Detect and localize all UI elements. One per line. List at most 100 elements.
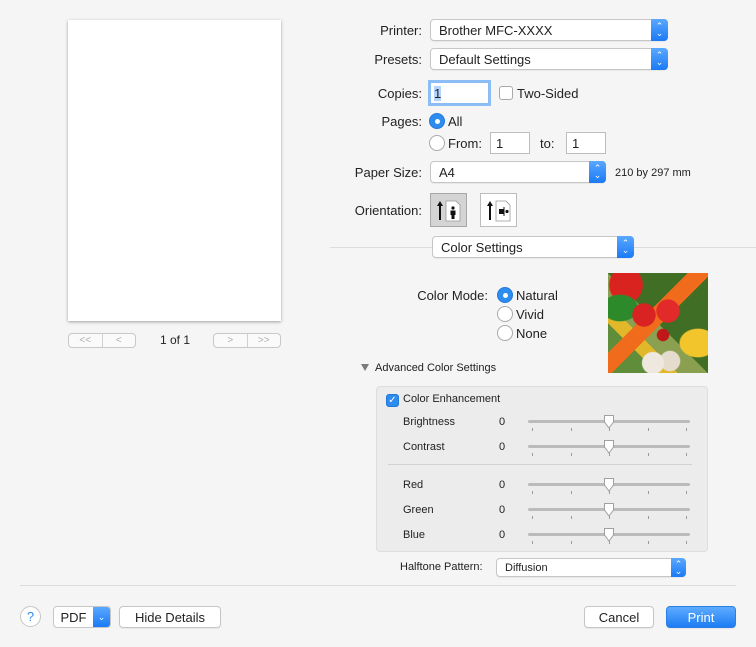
presets-select[interactable]: Default Settings ⌃ ⌄ [430, 48, 668, 70]
slider-tick [532, 541, 533, 544]
slider-tick [570, 491, 572, 494]
pages-from-label: From: [448, 136, 482, 151]
color-mode-natural-radio[interactable] [497, 287, 513, 303]
slider-knob[interactable] [603, 503, 615, 517]
slider-value: 0 [499, 441, 506, 453]
print-button[interactable]: Print [666, 606, 736, 628]
paper-size-value: A4 [439, 164, 455, 180]
halftone-select[interactable]: Diffusion ⌃ ⌄ [496, 558, 686, 577]
updown-chevron-icon: ⌃ ⌄ [651, 48, 668, 70]
previous-page-button[interactable]: < [101, 334, 136, 347]
pages-from-value: 1 [496, 135, 504, 151]
pages-label: Pages: [381, 114, 422, 129]
pages-from-radio[interactable] [429, 135, 445, 151]
presets-value: Default Settings [439, 51, 531, 67]
advanced-color-settings-toggle[interactable]: Advanced Color Settings [375, 362, 496, 374]
slider-knob[interactable] [603, 478, 615, 492]
slider-value: 0 [499, 529, 506, 541]
slider-tick [570, 516, 572, 519]
pages-all-label: All [448, 114, 463, 129]
halftone-label: Halftone Pattern: [400, 561, 483, 573]
presets-label: Presets: [374, 52, 422, 67]
slider-label: Green [403, 504, 434, 516]
color-mode-none-label: None [516, 326, 548, 341]
slider-tick [570, 541, 572, 544]
chevron-down-icon: ⌄ [93, 607, 110, 627]
paper-dimensions: 210 by 297 mm [615, 167, 691, 179]
updown-chevron-icon: ⌃ ⌄ [589, 161, 606, 183]
copies-field[interactable]: 1 [428, 80, 491, 106]
updown-chevron-icon: ⌃ ⌄ [617, 236, 634, 258]
next-page-button[interactable]: > [214, 334, 247, 347]
color-mode-none-radio[interactable] [497, 325, 513, 341]
pages-to-label: to: [540, 136, 555, 151]
preview-nav-back-group: << < [68, 333, 136, 348]
two-sided-label: Two-Sided [517, 86, 579, 101]
slider-label: Red [403, 479, 424, 491]
color-preview-image [608, 273, 708, 373]
panel-select[interactable]: Color Settings ⌃ ⌄ [432, 236, 634, 258]
color-mode-vivid-radio[interactable] [497, 306, 513, 322]
slider-tick [686, 516, 687, 519]
last-page-button[interactable]: >> [246, 334, 281, 347]
copies-label: Copies: [377, 86, 422, 101]
updown-chevron-icon: ⌃ ⌄ [651, 19, 668, 41]
orientation-landscape-button[interactable] [480, 193, 517, 227]
slider-value: 0 [499, 416, 506, 428]
pages-to-field[interactable]: 1 [566, 132, 606, 154]
footer-divider [20, 585, 736, 586]
slider-label: Brightness [403, 416, 455, 428]
slider-tick [532, 491, 533, 494]
cancel-button[interactable]: Cancel [584, 606, 654, 628]
landscape-orientation-icon [486, 200, 510, 222]
printer-label: Printer: [380, 23, 422, 38]
slider-tick [686, 491, 687, 494]
slider-label: Contrast [403, 441, 445, 453]
orientation-label: Orientation: [354, 203, 422, 218]
slider-tick [647, 428, 649, 431]
slider-knob[interactable] [603, 440, 615, 454]
copies-value: 1 [434, 85, 442, 101]
slider-group-divider [388, 464, 692, 465]
slider-tick [647, 541, 649, 544]
advanced-color-settings-panel [376, 386, 708, 552]
panel-select-value: Color Settings [441, 239, 523, 255]
paper-size-select[interactable]: A4 ⌃ ⌄ [430, 161, 606, 183]
slider-knob[interactable] [603, 415, 615, 429]
printer-value: Brother MFC-XXXX [439, 22, 553, 38]
slider-tick [532, 516, 533, 519]
help-button[interactable]: ? [20, 606, 41, 627]
slider-tick [532, 428, 533, 431]
color-enhancement-checkbox[interactable]: ✓ [386, 394, 399, 407]
color-enhancement-label: Color Enhancement [403, 393, 501, 405]
page-preview [68, 20, 281, 321]
pages-from-field[interactable]: 1 [490, 132, 530, 154]
slider-tick [647, 453, 649, 456]
slider-knob[interactable] [603, 528, 615, 542]
updown-chevron-icon: ⌃ ⌄ [671, 558, 686, 577]
slider-tick [686, 428, 687, 431]
portrait-orientation-icon [436, 200, 460, 222]
orientation-portrait-button[interactable] [430, 193, 467, 227]
two-sided-checkbox[interactable] [499, 86, 513, 100]
pdf-menu-button[interactable]: PDF ⌄ [53, 606, 111, 628]
slider-tick [570, 428, 572, 431]
page-indicator: 1 of 1 [159, 333, 191, 347]
slider-tick [686, 541, 687, 544]
slider-value: 0 [499, 479, 506, 491]
halftone-value: Diffusion [505, 561, 548, 574]
question-mark-icon: ? [26, 609, 35, 624]
slider-value: 0 [499, 504, 506, 516]
color-mode-vivid-label: Vivid [516, 307, 544, 322]
slider-tick [570, 453, 572, 456]
hide-details-button[interactable]: Hide Details [119, 606, 221, 628]
slider-tick [686, 453, 687, 456]
first-page-button[interactable]: << [69, 334, 102, 347]
disclosure-triangle-icon[interactable] [361, 364, 369, 371]
slider-label: Blue [403, 529, 426, 541]
pages-to-value: 1 [572, 135, 580, 151]
pages-all-radio[interactable] [429, 113, 445, 129]
slider-tick [647, 516, 649, 519]
printer-select[interactable]: Brother MFC-XXXX ⌃ ⌄ [430, 19, 668, 41]
slider-tick [647, 491, 649, 494]
